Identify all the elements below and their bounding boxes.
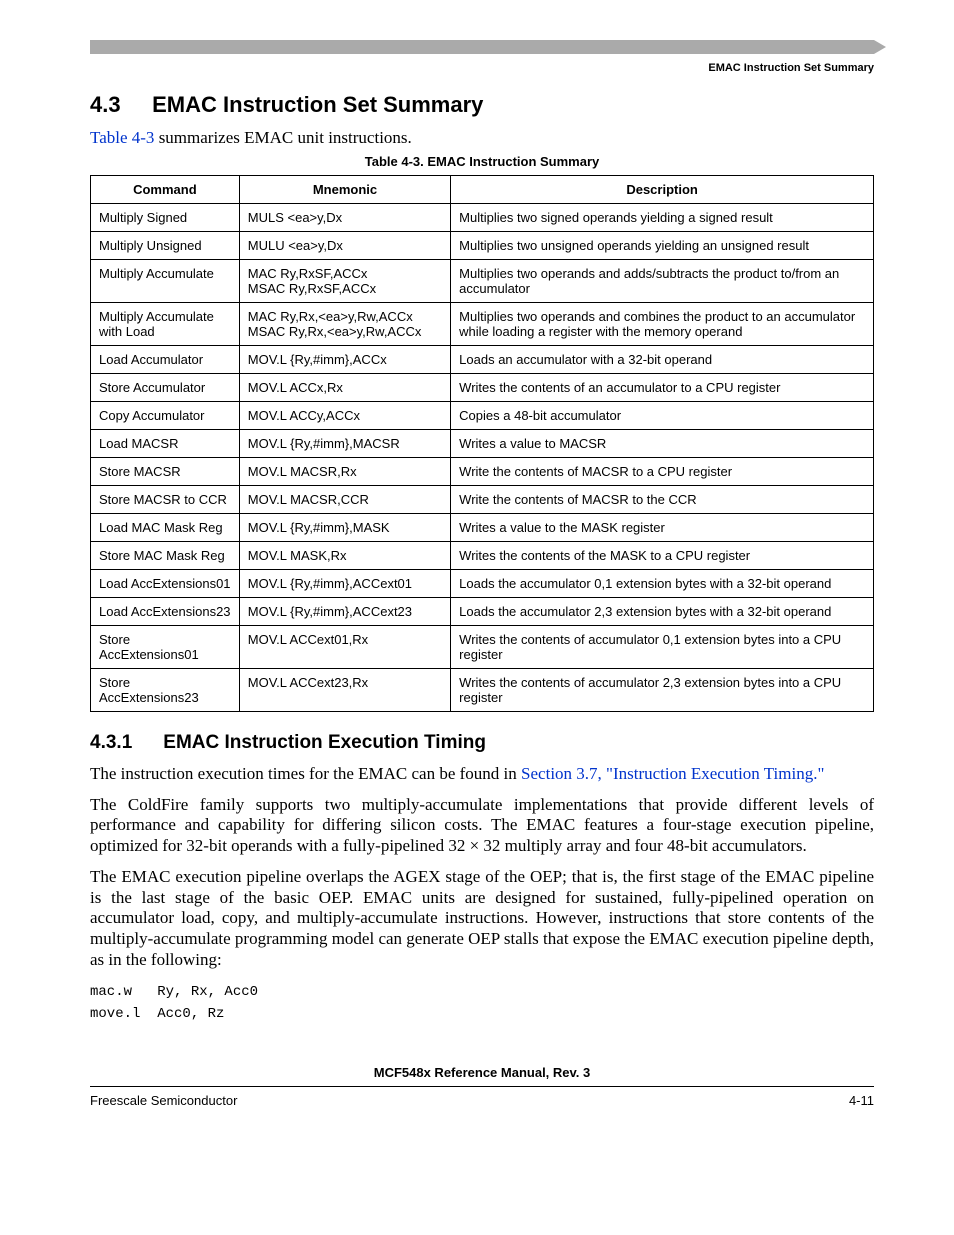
cell-mnemonic: MOV.L MACSR,CCR [239, 486, 450, 514]
cell-mnemonic: MOV.L {Ry,#imm},ACCext23 [239, 598, 450, 626]
cell-command: Copy Accumulator [91, 402, 240, 430]
subsection-number: 4.3.1 [90, 732, 158, 754]
cell-command: Load MACSR [91, 430, 240, 458]
table-header-row: Command Mnemonic Description [91, 176, 874, 204]
col-command: Command [91, 176, 240, 204]
section-heading: 4.3 EMAC Instruction Set Summary [90, 92, 874, 118]
cell-description: Multiplies two unsigned operands yieldin… [451, 232, 874, 260]
cell-mnemonic: MOV.L MASK,Rx [239, 542, 450, 570]
cell-command: Store AccExtensions01 [91, 626, 240, 669]
table-row: Load MACSRMOV.L {Ry,#imm},MACSRWrites a … [91, 430, 874, 458]
cell-description: Multiplies two signed operands yielding … [451, 204, 874, 232]
cell-description: Writes a value to MACSR [451, 430, 874, 458]
table-row: Store AccExtensions01MOV.L ACCext01,RxWr… [91, 626, 874, 669]
table-row: Store AccumulatorMOV.L ACCx,RxWrites the… [91, 374, 874, 402]
cell-mnemonic: MAC Ry,RxSF,ACCxMSAC Ry,RxSF,ACCx [239, 260, 450, 303]
cell-command: Multiply Accumulate [91, 260, 240, 303]
cell-mnemonic: MOV.L ACCext01,Rx [239, 626, 450, 669]
cell-description: Loads the accumulator 2,3 extension byte… [451, 598, 874, 626]
cell-description: Loads the accumulator 0,1 extension byte… [451, 570, 874, 598]
intro-rest: summarizes EMAC unit instructions. [154, 128, 411, 147]
cell-mnemonic: MOV.L ACCy,ACCx [239, 402, 450, 430]
col-mnemonic: Mnemonic [239, 176, 450, 204]
cell-mnemonic: MAC Ry,Rx,<ea>y,Rw,ACCxMSAC Ry,Rx,<ea>y,… [239, 303, 450, 346]
cell-mnemonic: MOV.L {Ry,#imm},ACCext01 [239, 570, 450, 598]
cell-description: Writes the contents of accumulator 0,1 e… [451, 626, 874, 669]
cell-command: Multiply Accumulate with Load [91, 303, 240, 346]
cell-command: Store Accumulator [91, 374, 240, 402]
cell-description: Writes the contents of accumulator 2,3 e… [451, 669, 874, 712]
table-row: Store AccExtensions23MOV.L ACCext23,RxWr… [91, 669, 874, 712]
table-row: Copy AccumulatorMOV.L ACCy,ACCxCopies a … [91, 402, 874, 430]
header-rule [90, 40, 874, 54]
cell-command: Load Accumulator [91, 346, 240, 374]
cell-mnemonic: MOV.L ACCx,Rx [239, 374, 450, 402]
cell-description: Loads an accumulator with a 32-bit opera… [451, 346, 874, 374]
cell-command: Store MAC Mask Reg [91, 542, 240, 570]
cell-mnemonic: MOV.L {Ry,#imm},MASK [239, 514, 450, 542]
table-row: Load MAC Mask RegMOV.L {Ry,#imm},MASKWri… [91, 514, 874, 542]
cell-description: Multiplies two operands and adds/subtrac… [451, 260, 874, 303]
table-row: Load AccExtensions23MOV.L {Ry,#imm},ACCe… [91, 598, 874, 626]
table-row: Multiply AccumulateMAC Ry,RxSF,ACCxMSAC … [91, 260, 874, 303]
table-row: Multiply UnsignedMULU <ea>y,DxMultiplies… [91, 232, 874, 260]
table-ref-link[interactable]: Table 4-3 [90, 128, 154, 147]
cell-description: Copies a 48-bit accumulator [451, 402, 874, 430]
table-row: Load AccumulatorMOV.L {Ry,#imm},ACCxLoad… [91, 346, 874, 374]
para-coldfire: The ColdFire family supports two multipl… [90, 795, 874, 857]
section-number: 4.3 [90, 92, 146, 118]
table-row: Store MACSR to CCRMOV.L MACSR,CCRWrite t… [91, 486, 874, 514]
para-pipeline: The EMAC execution pipeline overlaps the… [90, 867, 874, 971]
cell-mnemonic: MOV.L {Ry,#imm},MACSR [239, 430, 450, 458]
cell-command: Multiply Signed [91, 204, 240, 232]
cell-description: Multiplies two operands and combines the… [451, 303, 874, 346]
footer-left: Freescale Semiconductor [90, 1093, 237, 1108]
section-intro: Table 4-3 summarizes EMAC unit instructi… [90, 128, 874, 148]
subsection-heading: 4.3.1 EMAC Instruction Execution Timing [90, 732, 874, 754]
table-row: Store MAC Mask RegMOV.L MASK,RxWrites th… [91, 542, 874, 570]
cell-mnemonic: MULU <ea>y,Dx [239, 232, 450, 260]
cell-command: Load AccExtensions23 [91, 598, 240, 626]
cell-command: Multiply Unsigned [91, 232, 240, 260]
table-row: Load AccExtensions01MOV.L {Ry,#imm},ACCe… [91, 570, 874, 598]
cell-mnemonic: MULS <ea>y,Dx [239, 204, 450, 232]
cell-description: Writes the contents of an accumulator to… [451, 374, 874, 402]
subsection-title: EMAC Instruction Execution Timing [163, 732, 486, 753]
cell-mnemonic: MOV.L ACCext23,Rx [239, 669, 450, 712]
section-ref-link[interactable]: Section 3.7, "Instruction Execution Timi… [521, 764, 824, 783]
section-title: EMAC Instruction Set Summary [152, 92, 483, 117]
cell-command: Load AccExtensions01 [91, 570, 240, 598]
table-caption: Table 4-3. EMAC Instruction Summary [90, 154, 874, 169]
instruction-table: Command Mnemonic Description Multiply Si… [90, 175, 874, 712]
cell-description: Write the contents of MACSR to a CPU reg… [451, 458, 874, 486]
cell-description: Writes the contents of the MASK to a CPU… [451, 542, 874, 570]
cell-command: Load MAC Mask Reg [91, 514, 240, 542]
col-description: Description [451, 176, 874, 204]
code-example: mac.w Ry, Rx, Acc0 move.l Acc0, Rz [90, 981, 874, 1026]
table-row: Multiply SignedMULS <ea>y,DxMultiplies t… [91, 204, 874, 232]
footer-row: Freescale Semiconductor 4-11 [90, 1086, 874, 1108]
cell-mnemonic: MOV.L {Ry,#imm},ACCx [239, 346, 450, 374]
table-row: Multiply Accumulate with LoadMAC Ry,Rx,<… [91, 303, 874, 346]
cell-command: Store MACSR [91, 458, 240, 486]
para1-prefix: The instruction execution times for the … [90, 764, 521, 783]
cell-command: Store AccExtensions23 [91, 669, 240, 712]
para-timing-ref: The instruction execution times for the … [90, 764, 874, 785]
table-row: Store MACSRMOV.L MACSR,RxWrite the conte… [91, 458, 874, 486]
footer-right: 4-11 [849, 1093, 874, 1108]
running-head: EMAC Instruction Set Summary [90, 62, 874, 74]
footer-manual-title: MCF548x Reference Manual, Rev. 3 [90, 1065, 874, 1080]
cell-description: Write the contents of MACSR to the CCR [451, 486, 874, 514]
cell-description: Writes a value to the MASK register [451, 514, 874, 542]
cell-command: Store MACSR to CCR [91, 486, 240, 514]
cell-mnemonic: MOV.L MACSR,Rx [239, 458, 450, 486]
